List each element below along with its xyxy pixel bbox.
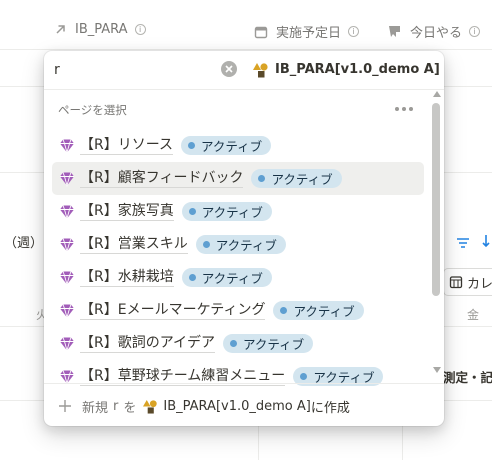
- status-badge: アクティブ: [251, 169, 342, 188]
- scrollbar[interactable]: [430, 89, 442, 379]
- create-new-page-button[interactable]: 新規 r を IB_PARA[v1.0_demo A] に作成: [52, 391, 436, 421]
- close-icon: [225, 65, 233, 73]
- page-title: 【R】営業スキル: [80, 236, 188, 254]
- create-prefix: 新規: [82, 400, 109, 416]
- gem-icon: [60, 270, 74, 286]
- scroll-up-arrow-icon[interactable]: [433, 91, 441, 97]
- status-label: アクティブ: [201, 205, 263, 220]
- week-label: （週）: [4, 236, 44, 251]
- page-result-item[interactable]: 【R】Eメールマーケティング アクティブ: [52, 294, 424, 327]
- status-dot: [188, 208, 196, 215]
- page-results-list: 【R】リソース アクティブ 【R】顧客フィードバック アクティブ 【R】家族写真…: [52, 129, 424, 393]
- page-result-item[interactable]: 【R】営業スキル アクティブ: [52, 228, 424, 261]
- dot: [395, 107, 399, 111]
- property-label: 今日やる: [410, 26, 463, 41]
- gem-icon: [60, 303, 74, 319]
- page-title: 【R】水耕栽培: [80, 269, 174, 287]
- database-shapes-icon: [143, 399, 158, 414]
- property-label: IB_PARA: [75, 22, 128, 37]
- database-property-header: IB_PARA i 実施予定日 i 今日やる i: [0, 0, 492, 50]
- sort-icon[interactable]: [482, 233, 492, 252]
- page-link-popup: IB_PARA[v1.0_demo A] 内 ページを選択 【R】リソース アク…: [44, 51, 444, 426]
- scroll-down-arrow-icon[interactable]: [433, 367, 441, 373]
- status-label: アクティブ: [271, 172, 333, 187]
- create-query: r: [113, 398, 119, 414]
- cursor-click-icon: [389, 25, 400, 37]
- status-label: アクティブ: [215, 238, 277, 253]
- status-label: アクティブ: [243, 337, 305, 352]
- page-result-item[interactable]: 【R】歌詞のアイデア アクティブ: [52, 327, 424, 360]
- scrollbar-thumb[interactable]: [432, 103, 440, 296]
- dot: [409, 107, 413, 111]
- status-badge: アクティブ: [223, 334, 314, 353]
- divider: [44, 89, 444, 90]
- status-label: アクティブ: [293, 304, 355, 319]
- gem-icon: [60, 171, 74, 187]
- status-badge: アクティブ: [195, 235, 286, 254]
- section-label: ページを選択: [58, 103, 127, 117]
- status-badge: アクティブ: [181, 136, 272, 155]
- create-particle: を: [123, 400, 137, 416]
- status-dot: [202, 241, 210, 248]
- status-dot: [280, 307, 288, 314]
- page-result-item[interactable]: 【R】草野球チーム練習メニュー アクティブ: [52, 360, 424, 393]
- status-label: アクティブ: [201, 271, 263, 286]
- gem-icon: [60, 237, 74, 253]
- page-result-item[interactable]: 【R】リソース アクティブ: [52, 129, 424, 162]
- property-today[interactable]: 今日やる i: [388, 22, 481, 41]
- page-result-item[interactable]: 【R】顧客フィードバック アクティブ: [52, 162, 424, 195]
- status-dot: [188, 142, 196, 149]
- page-title: 【R】顧客フィードバック: [80, 170, 244, 188]
- calendar-icon: [254, 26, 268, 38]
- status-dot: [188, 274, 196, 281]
- status-badge: アクティブ: [181, 268, 272, 287]
- search-input[interactable]: [54, 59, 214, 81]
- property-label: 実施予定日: [276, 26, 342, 41]
- info-icon[interactable]: i: [469, 26, 481, 37]
- info-icon[interactable]: i: [134, 24, 146, 35]
- database-scope-name: IB_PARA[v1.0_demo A]: [275, 62, 440, 77]
- status-dot: [300, 373, 308, 380]
- gem-icon: [60, 336, 74, 352]
- dot: [402, 107, 406, 111]
- page-title: 【R】リソース: [80, 137, 174, 155]
- more-options-button[interactable]: [394, 101, 414, 117]
- page-title: 【R】Eメールマーケティング: [80, 302, 266, 320]
- create-db-name: IB_PARA[v1.0_demo A]: [163, 398, 311, 414]
- clear-search-button[interactable]: [221, 61, 237, 77]
- page-title: 【R】歌詞のアイデア: [80, 335, 216, 353]
- gem-icon: [60, 204, 74, 220]
- plus-icon: [59, 400, 71, 412]
- calendar-button-label: カレ: [467, 276, 492, 292]
- database-scope-chip[interactable]: IB_PARA[v1.0_demo A] 内: [252, 60, 444, 79]
- page-title: 【R】家族写真: [80, 203, 174, 221]
- status-badge: アクティブ: [273, 301, 364, 320]
- search-row: IB_PARA[v1.0_demo A] 内: [44, 51, 444, 89]
- filter-icon[interactable]: [456, 234, 470, 253]
- property-ib-para[interactable]: IB_PARA i: [54, 22, 146, 37]
- page-result-item[interactable]: 【R】家族写真 アクティブ: [52, 195, 424, 228]
- arrow-up-right-icon: [56, 25, 65, 34]
- divider: [44, 383, 444, 384]
- status-dot: [230, 340, 238, 347]
- database-shapes-icon: [253, 62, 268, 77]
- day-label-fri: 金: [467, 308, 480, 322]
- calendar-cell-text: 測定・記: [443, 370, 492, 385]
- calendar-icon: [449, 276, 463, 289]
- page-result-item[interactable]: 【R】水耕栽培 アクティブ: [52, 261, 424, 294]
- calendar-view-button[interactable]: カレ: [443, 268, 492, 296]
- info-icon[interactable]: i: [348, 26, 360, 37]
- status-label: アクティブ: [201, 139, 263, 154]
- gem-icon: [60, 138, 74, 154]
- create-suffix: に作成: [310, 400, 350, 416]
- status-badge: アクティブ: [181, 202, 272, 221]
- status-dot: [258, 175, 266, 182]
- property-planned-date[interactable]: 実施予定日 i: [254, 22, 360, 41]
